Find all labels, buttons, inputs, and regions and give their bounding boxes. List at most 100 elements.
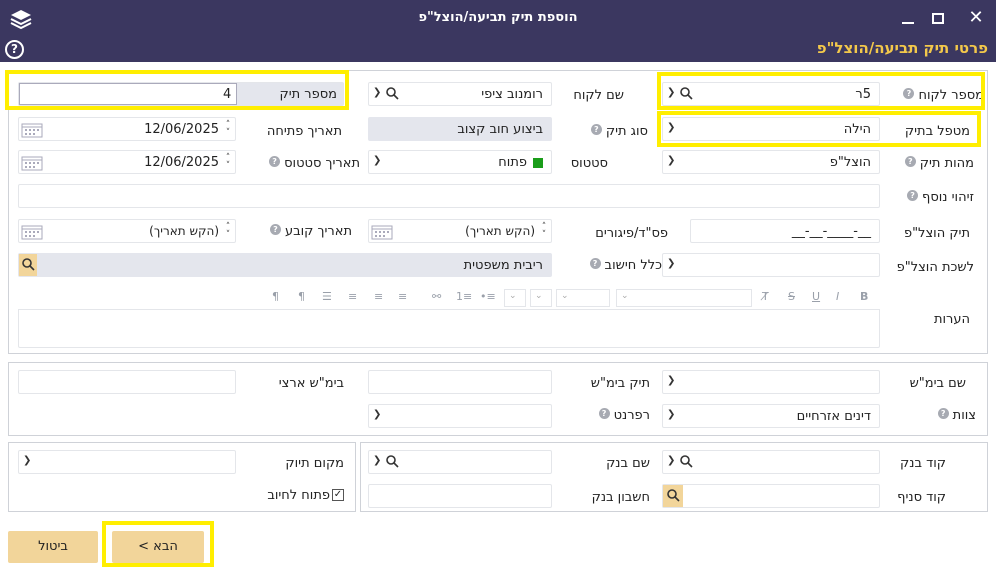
referent-select[interactable]: ❯	[368, 404, 552, 428]
chevron-down-icon[interactable]: ⌄	[561, 291, 569, 301]
link-icon[interactable]: ⚯	[432, 290, 441, 303]
fixed-date-field[interactable]: (הקש תאריך) ˄ ˅	[18, 219, 236, 243]
date-stepper-icon[interactable]: ˄ ˅	[224, 223, 232, 240]
font-family-select[interactable]: ⌄	[556, 289, 610, 307]
chevron-down-icon[interactable]: ⌄	[535, 291, 543, 301]
search-icon[interactable]	[21, 257, 35, 271]
bold-icon[interactable]: B	[860, 290, 868, 303]
case-number-field[interactable]: 4 מספר תיק	[18, 82, 344, 106]
maximize-icon[interactable]	[926, 6, 950, 30]
align-left-icon[interactable]: ≡	[348, 290, 357, 303]
client-name-label: שם לקוח	[573, 88, 624, 103]
chevron-down-icon[interactable]: ❯	[373, 455, 381, 466]
calc-rule-label: כלל חישוב?	[589, 258, 662, 273]
date-stepper-icon[interactable]: ˄ ˅	[224, 121, 232, 138]
search-icon[interactable]	[666, 488, 680, 502]
client-name-field[interactable]: ❯ רומנוב ציפי	[368, 82, 552, 106]
chevron-down-icon[interactable]: ❯	[667, 87, 675, 98]
calc-rule-search-button[interactable]	[19, 254, 37, 276]
highlight-color-select[interactable]: ⌄	[504, 289, 526, 307]
help-icon[interactable]: ?	[903, 88, 915, 99]
clear-format-icon[interactable]: T̸	[762, 290, 769, 303]
next-button[interactable]: הבא >	[112, 531, 204, 563]
case-type-field: ביצוע חוב קצוב	[368, 117, 552, 141]
rtl-paragraph-icon[interactable]: ¶	[298, 290, 305, 303]
ltr-paragraph-icon[interactable]: ¶	[272, 290, 279, 303]
help-icon[interactable]: ?	[598, 408, 610, 419]
case-handler-select[interactable]: ❯ הילה	[662, 117, 880, 141]
status-select[interactable]: ❯ פתוח	[368, 150, 552, 174]
status-date-field[interactable]: 12/06/2025 ˄ ˅	[18, 150, 236, 174]
chevron-down-icon[interactable]: ❯	[667, 122, 675, 133]
date-stepper-icon[interactable]: ˄ ˅	[224, 154, 232, 171]
search-icon[interactable]	[385, 86, 399, 100]
bank-name-field[interactable]: ❯	[368, 450, 552, 474]
help-icon[interactable]: ?	[269, 156, 281, 167]
execution-office-select[interactable]: ❯	[662, 253, 880, 277]
align-right-icon[interactable]: ≡	[398, 290, 407, 303]
bank-code-field[interactable]: ❯	[662, 450, 880, 474]
calendar-icon[interactable]	[21, 224, 43, 240]
italic-icon[interactable]: I	[836, 290, 839, 303]
calendar-icon[interactable]	[371, 224, 393, 240]
case-nature-select[interactable]: ❯ הוצל"פ	[662, 150, 880, 174]
chevron-down-icon[interactable]: ❯	[667, 409, 675, 420]
help-icon[interactable]: ?	[269, 224, 281, 235]
filing-location-select[interactable]: ❯	[18, 450, 236, 474]
chevron-down-icon[interactable]: ⌄	[509, 291, 517, 301]
minimize-icon[interactable]	[896, 6, 920, 30]
verdict-date-field[interactable]: (הקש תאריך) ˄ ˅	[368, 219, 552, 243]
chevron-down-icon[interactable]: ❯	[667, 155, 675, 166]
help-icon[interactable]: ?	[5, 40, 24, 59]
bullet-list-icon[interactable]: •≡	[480, 290, 496, 303]
branch-code-field[interactable]	[662, 484, 880, 508]
land-court-input[interactable]	[18, 370, 236, 394]
execution-case-input[interactable]: __-____-__-__	[690, 219, 880, 243]
extra-id-input[interactable]	[18, 184, 880, 208]
help-icon[interactable]: ?	[590, 124, 602, 135]
referent-label: רפרנט?	[598, 408, 650, 423]
client-number-field[interactable]: ❯ 5ר	[662, 82, 880, 106]
date-stepper-icon[interactable]: ˄ ˅	[540, 223, 548, 240]
calc-rule-field: ריבית משפטית	[18, 253, 552, 277]
court-case-input[interactable]	[368, 370, 552, 394]
chevron-down-icon[interactable]: ⌄	[621, 291, 629, 301]
chevron-down-icon[interactable]: ❯	[373, 409, 381, 420]
numbered-list-icon[interactable]: 1≡	[456, 290, 472, 303]
search-icon[interactable]	[679, 454, 693, 468]
underline-icon[interactable]: U	[812, 290, 820, 303]
open-date-field[interactable]: 12/06/2025 ˄ ˅	[18, 117, 236, 141]
chevron-down-icon[interactable]: ❯	[373, 87, 381, 98]
text-color-select[interactable]: ⌄	[530, 289, 552, 307]
help-icon[interactable]: ?	[907, 190, 919, 201]
strikethrough-icon[interactable]: S	[788, 290, 795, 303]
open-for-billing-checkbox[interactable]: ✓	[332, 489, 344, 501]
calendar-icon[interactable]	[21, 122, 43, 138]
chevron-down-icon[interactable]: ❯	[667, 258, 675, 269]
help-icon[interactable]: ?	[904, 156, 916, 167]
header-bar: ? פרטי תיק תביעה/הוצל"פ	[0, 38, 996, 62]
font-size-select[interactable]: ⌄	[616, 289, 752, 307]
justify-icon[interactable]: ☰	[322, 290, 332, 303]
client-number-label: מספר לקוח?	[903, 88, 984, 103]
chevron-down-icon[interactable]: ❯	[373, 155, 381, 166]
team-select[interactable]: ❯ דינים אזרחיים	[662, 404, 880, 428]
bank-name-label: שם בנק	[606, 456, 650, 471]
land-court-label: בימ"ש ארצי	[278, 376, 344, 391]
help-icon[interactable]: ?	[937, 408, 949, 419]
calendar-icon[interactable]	[21, 155, 43, 171]
court-name-select[interactable]: ❯	[662, 370, 880, 394]
search-icon[interactable]	[679, 86, 693, 100]
bank-account-label: חשבון בנק	[591, 490, 650, 505]
branch-search-button[interactable]	[663, 485, 683, 507]
chevron-down-icon[interactable]: ❯	[667, 455, 675, 466]
cancel-button[interactable]: ביטול	[8, 531, 98, 563]
chevron-down-icon[interactable]: ❯	[23, 455, 31, 466]
verdict-date-label: פס"ד/פיגורים	[595, 226, 668, 241]
close-icon[interactable]: ✕	[964, 6, 988, 30]
bank-account-input[interactable]	[368, 484, 552, 508]
search-icon[interactable]	[385, 454, 399, 468]
align-center-icon[interactable]: ≡	[374, 290, 383, 303]
help-icon[interactable]: ?	[589, 258, 601, 269]
chevron-down-icon[interactable]: ❯	[667, 375, 675, 386]
